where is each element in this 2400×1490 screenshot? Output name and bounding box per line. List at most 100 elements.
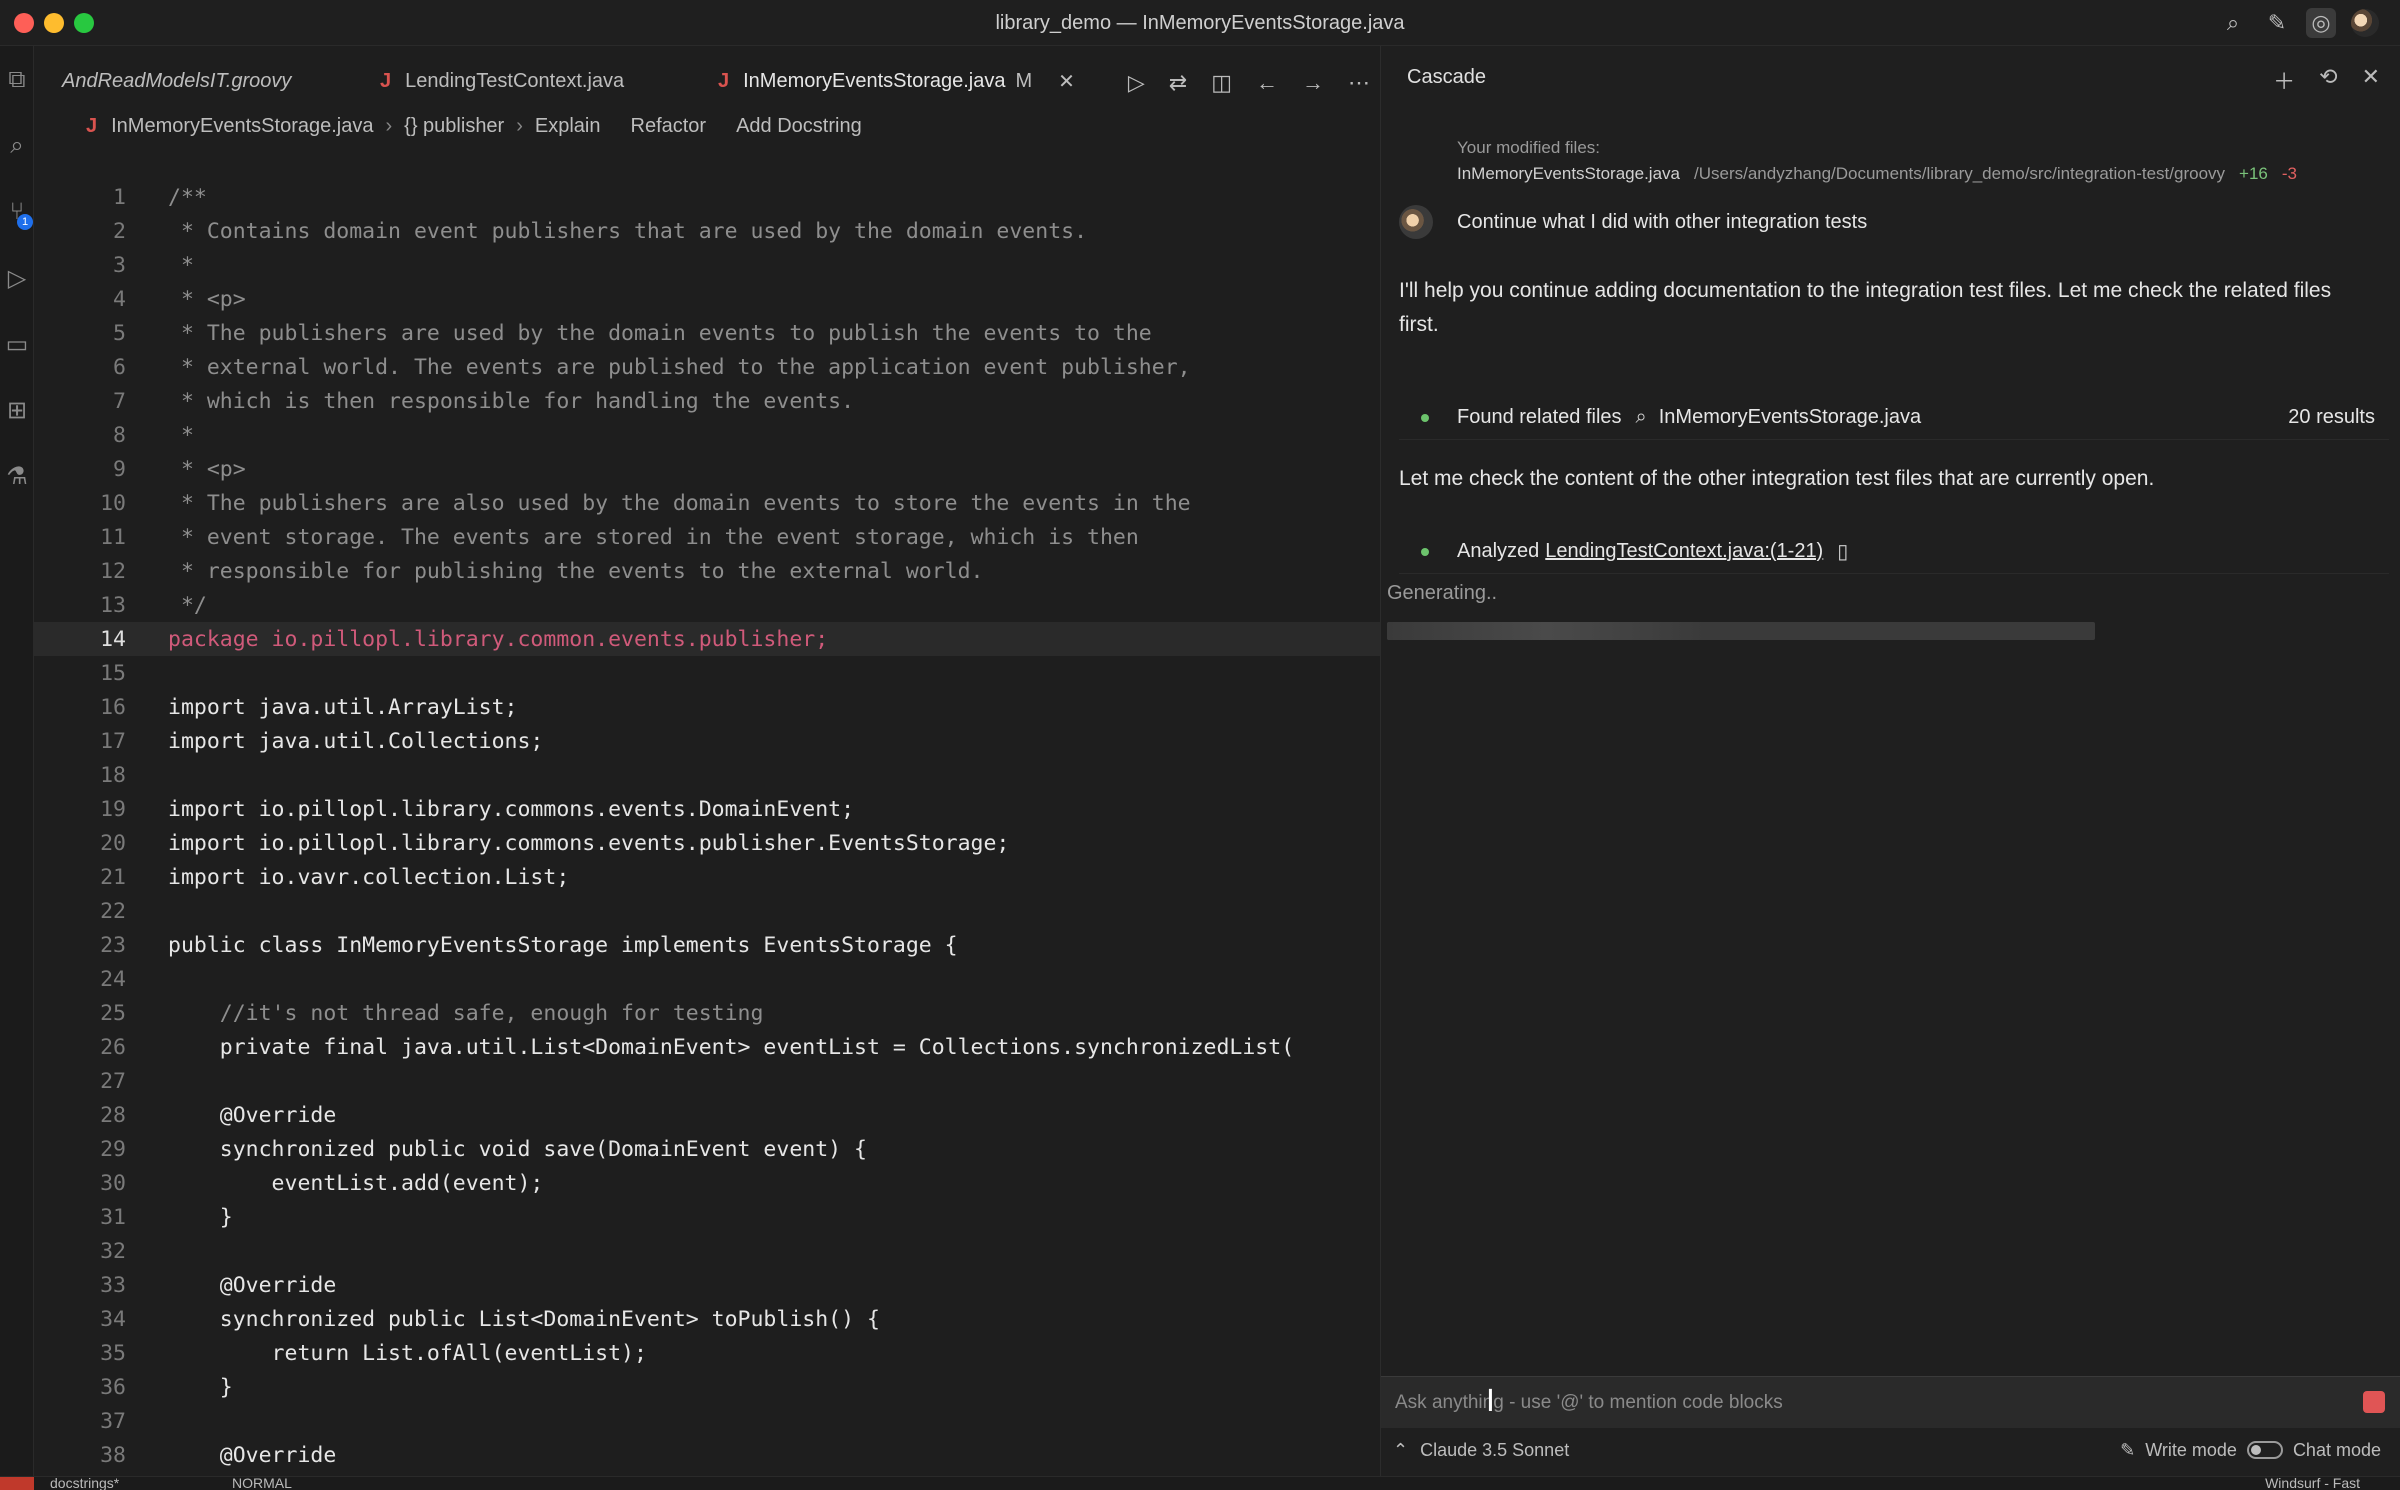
code-line[interactable]: 32 bbox=[34, 1234, 1380, 1268]
code-line[interactable]: 21 import io.vavr.collection.List; bbox=[34, 860, 1380, 894]
breadcrumb-file[interactable]: InMemoryEventsStorage.java bbox=[111, 115, 373, 138]
remote-explorer-icon[interactable]: ▭ bbox=[3, 330, 31, 358]
code-line[interactable]: 2 * Contains domain event publishers tha… bbox=[34, 214, 1380, 248]
explain-action[interactable]: Explain bbox=[535, 115, 601, 138]
model-selector[interactable]: Claude 3.5 Sonnet bbox=[1420, 1440, 1569, 1461]
windsurf-status[interactable]: Windsurf - Fast bbox=[2265, 1477, 2360, 1490]
code-line[interactable]: 11 * event storage. The events are store… bbox=[34, 520, 1380, 554]
tab-inmemoryeventsstorage[interactable]: J InMemoryEventsStorage.java M ✕ bbox=[704, 58, 1075, 104]
tab-andreadmodels[interactable]: AndReadModelsIT.groovy bbox=[48, 58, 291, 104]
back-icon[interactable]: ← bbox=[1256, 70, 1278, 96]
code-line[interactable]: 13 */ bbox=[34, 588, 1380, 622]
chat-input-box[interactable] bbox=[1381, 1376, 2400, 1428]
explorer-icon[interactable]: ⧉ bbox=[3, 66, 31, 94]
source-control-icon[interactable]: ⑂ 1 bbox=[3, 198, 33, 230]
modified-files-label: Your modified files: bbox=[1457, 138, 1601, 157]
code-line[interactable]: 10 * The publishers are also used by the… bbox=[34, 486, 1380, 520]
line-number: 22 bbox=[100, 898, 126, 924]
code-line[interactable]: 25 //it's not thread safe, enough for te… bbox=[34, 996, 1380, 1030]
run-debug-icon[interactable]: ▷ bbox=[3, 264, 31, 292]
code-line[interactable]: 28 @Override bbox=[34, 1098, 1380, 1132]
history-icon[interactable]: ⟲ bbox=[2319, 64, 2337, 96]
code-line[interactable]: 20 import io.pillopl.library.commons.even… bbox=[34, 826, 1380, 860]
code-line[interactable]: 12 * responsible for publishing the even… bbox=[34, 554, 1380, 588]
testing-icon[interactable]: ⚗ bbox=[3, 462, 31, 490]
split-editor-icon[interactable]: ◫ bbox=[1211, 70, 1232, 96]
code-line[interactable]: 37 bbox=[34, 1404, 1380, 1438]
code-line[interactable]: 27 bbox=[34, 1064, 1380, 1098]
code-line[interactable]: 34 synchronized public List<DomainEvent>… bbox=[34, 1302, 1380, 1336]
search-icon[interactable]: ⌕ bbox=[2218, 8, 2248, 38]
code-area[interactable]: 1 /** 2 * Contains domain event publishers… bbox=[34, 180, 1380, 1476]
code-line[interactable]: 9 * <p> bbox=[34, 452, 1380, 486]
more-actions-icon[interactable]: ⋯ bbox=[1348, 70, 1370, 96]
code-line[interactable]: 35 return List.ofAll(eventList); bbox=[34, 1336, 1380, 1370]
breadcrumb-symbol[interactable]: {} publisher bbox=[404, 115, 504, 138]
code-line[interactable]: 38 @Override bbox=[34, 1438, 1380, 1472]
cascade-toggle-icon[interactable]: ◎ bbox=[2306, 8, 2336, 38]
code-line[interactable]: 1 /** bbox=[34, 180, 1380, 214]
run-icon[interactable]: ▷ bbox=[1128, 70, 1145, 96]
close-tab-icon[interactable]: ✕ bbox=[1058, 69, 1075, 94]
code-line[interactable]: 8 * bbox=[34, 418, 1380, 452]
code-line[interactable]: 3 * bbox=[34, 248, 1380, 282]
write-mode-icon: ✎ bbox=[2120, 1439, 2136, 1460]
code-line[interactable]: 33 @Override bbox=[34, 1268, 1380, 1302]
add-docstring-action[interactable]: Add Docstring bbox=[736, 115, 862, 138]
step-analyzed[interactable]: Analyzed LendingTestContext.java:(1-21) … bbox=[1399, 530, 2389, 574]
code-line[interactable]: 16 import java.util.ArrayList; bbox=[34, 690, 1380, 724]
modified-file-path: /Users/andyzhang/Documents/library_demo/… bbox=[1694, 164, 2226, 183]
chevron-up-icon[interactable]: ⌃ bbox=[1393, 1440, 1408, 1461]
tab-label: AndReadModelsIT.groovy bbox=[62, 69, 292, 92]
account-icon[interactable] bbox=[2350, 8, 2380, 38]
modified-file-row[interactable]: InMemoryEventsStorage.java /Users/andyzh… bbox=[1457, 164, 2377, 184]
stop-button[interactable] bbox=[2363, 1391, 2385, 1413]
code-text: package io.pillopl.library.common.events… bbox=[168, 626, 829, 652]
code-line[interactable]: 14 package io.pillopl.library.common.even… bbox=[34, 622, 1380, 656]
code-line[interactable]: 4 * <p> bbox=[34, 282, 1380, 316]
tab-lendingtestcontext[interactable]: J LendingTestContext.java bbox=[366, 58, 624, 104]
code-line[interactable]: 15 bbox=[34, 656, 1380, 690]
code-text: * bbox=[168, 422, 194, 448]
code-line[interactable]: 29 synchronized public void save(DomainE… bbox=[34, 1132, 1380, 1166]
code-line[interactable]: 30 eventList.add(event); bbox=[34, 1166, 1380, 1200]
code-line[interactable]: 6 * external world. The events are publi… bbox=[34, 350, 1380, 384]
analyzed-file-link[interactable]: LendingTestContext.java:(1-21) bbox=[1545, 540, 1823, 563]
chat-input[interactable] bbox=[1395, 1389, 2295, 1417]
code-line[interactable]: 19 import io.pillopl.library.commons.even… bbox=[34, 792, 1380, 826]
code-line[interactable]: 7 * which is then responsible for handli… bbox=[34, 384, 1380, 418]
code-line[interactable]: 26 private final java.util.List<DomainEv… bbox=[34, 1030, 1380, 1064]
code-line[interactable]: 18 bbox=[34, 758, 1380, 792]
refactor-action[interactable]: Refactor bbox=[631, 115, 707, 138]
chat-icon[interactable]: ✎ bbox=[2262, 8, 2292, 38]
line-number: 8 bbox=[113, 422, 126, 448]
mode-toggle[interactable] bbox=[2246, 1441, 2283, 1459]
new-chat-icon[interactable]: ＋ bbox=[2273, 64, 2295, 96]
forward-icon[interactable]: → bbox=[1302, 70, 1324, 96]
step-found-files[interactable]: Found related files ⌕ InMemoryEventsStor… bbox=[1399, 396, 2389, 440]
code-line[interactable]: 5 * The publishers are used by the domai… bbox=[34, 316, 1380, 350]
chat-mode-label[interactable]: Chat mode bbox=[2293, 1440, 2381, 1461]
avatar bbox=[2351, 9, 2379, 37]
ai-message: I'll help you continue adding documentat… bbox=[1399, 279, 2332, 336]
remote-indicator[interactable] bbox=[0, 1477, 34, 1490]
extensions-icon[interactable]: ⊞ bbox=[3, 396, 31, 424]
cascade-panel: Cascade ＋ ⟲ ✕ Your modified files: InMem… bbox=[1380, 46, 2400, 1476]
code-line[interactable]: 23 public class InMemoryEventsStorage imp… bbox=[34, 928, 1380, 962]
file-icon[interactable]: ▯ bbox=[1837, 539, 1848, 564]
write-mode-label[interactable]: Write mode bbox=[2145, 1440, 2237, 1461]
git-branch[interactable]: docstrings* bbox=[50, 1477, 119, 1490]
line-number: 12 bbox=[100, 558, 126, 584]
code-line[interactable]: 31 } bbox=[34, 1200, 1380, 1234]
compare-icon[interactable]: ⇄ bbox=[1169, 70, 1187, 96]
code-line[interactable]: 24 bbox=[34, 962, 1380, 996]
close-icon[interactable]: ✕ bbox=[2362, 64, 2380, 96]
code-line[interactable]: 22 bbox=[34, 894, 1380, 928]
code-text: public class InMemoryEventsStorage imple… bbox=[168, 932, 958, 958]
code-text: * responsible for publishing the events … bbox=[168, 558, 984, 584]
line-number: 2 bbox=[113, 218, 126, 244]
code-text: import io.pillopl.library.commons.events… bbox=[168, 796, 855, 822]
code-line[interactable]: 36 } bbox=[34, 1370, 1380, 1404]
code-line[interactable]: 17 import java.util.Collections; bbox=[34, 724, 1380, 758]
search-icon[interactable]: ⌕ bbox=[3, 132, 31, 160]
